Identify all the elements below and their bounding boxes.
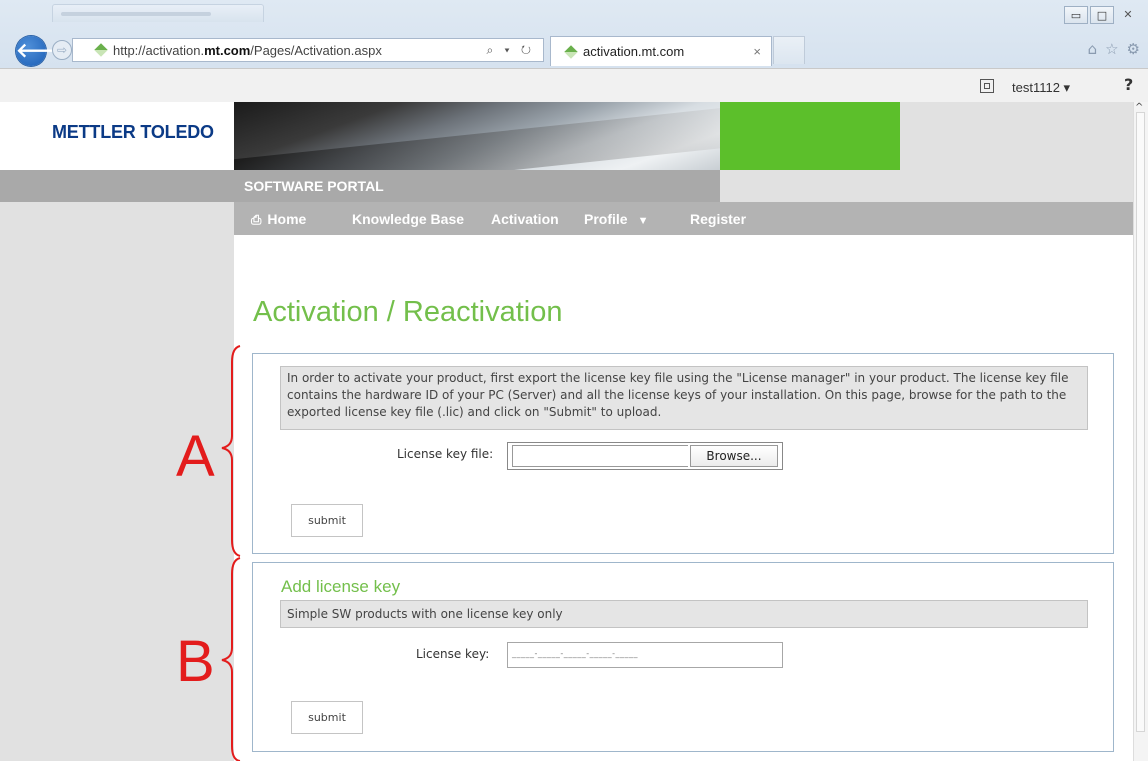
license-key-file-input[interactable]: Browse... xyxy=(507,442,783,470)
submit-key-button[interactable]: submit xyxy=(291,701,363,734)
browse-button[interactable]: Browse... xyxy=(690,445,778,467)
submit-file-button[interactable]: submit xyxy=(291,504,363,537)
tab-title: activation.mt.com xyxy=(583,44,685,59)
header-banner-green-block xyxy=(720,102,900,170)
header-banner-right xyxy=(900,102,1134,202)
forward-button[interactable]: ⇨ xyxy=(52,40,72,60)
close-window-button[interactable]: ✕ xyxy=(1116,6,1140,24)
user-menu[interactable]: test1112 ▾ xyxy=(1012,80,1070,96)
activation-file-section: In order to activate your product, first… xyxy=(252,353,1114,554)
maximize-button[interactable]: □ xyxy=(1090,6,1114,24)
focus-on-content-icon[interactable] xyxy=(980,79,994,93)
tab-favicon-icon xyxy=(564,44,578,59)
nav-home[interactable]: ⎙ Home xyxy=(251,211,306,228)
site-favicon-icon xyxy=(94,43,108,57)
page-scrollbar[interactable]: ^ xyxy=(1133,102,1148,761)
browser-chrome: ▭ □ ✕ 🡐 ⇨ http://activation.mt.com/Pages… xyxy=(0,0,1148,68)
section-info-text: Simple SW products with one license key … xyxy=(280,600,1088,628)
nav-register[interactable]: Register xyxy=(690,211,746,227)
home-icon: ⎙ xyxy=(251,212,262,227)
portal-title: SOFTWARE PORTAL xyxy=(244,178,384,194)
help-icon[interactable]: ? xyxy=(1124,75,1133,94)
scrollbar-thumb[interactable] xyxy=(1136,112,1145,732)
suite-bar: test1112 ▾ ? xyxy=(0,68,1148,103)
site-logo[interactable]: METTLER TOLEDO xyxy=(52,122,214,143)
annotation-brace-a xyxy=(221,345,241,557)
annotation-label-a: A xyxy=(176,424,215,489)
minimize-button[interactable]: ▭ xyxy=(1064,6,1088,24)
browser-toolbar-right: ⌂ ☆ ⚙ xyxy=(1088,40,1140,58)
annotation-label-b: B xyxy=(176,629,215,694)
annotation-brace-b xyxy=(221,557,241,761)
nav-profile[interactable]: Profile ▼ xyxy=(584,211,648,227)
add-license-key-section: Add license key Simple SW products with … xyxy=(252,562,1114,752)
new-tab-button[interactable] xyxy=(773,36,805,64)
dropdown-caret-icon: ▼ xyxy=(637,215,649,227)
instructions-text: In order to activate your product, first… xyxy=(280,366,1088,430)
address-url: http://activation.mt.com/Pages/Activatio… xyxy=(113,42,382,58)
license-key-label: License key: xyxy=(416,647,490,661)
nav-activation[interactable]: Activation xyxy=(491,211,559,227)
top-navigation: ⎙ Home Knowledge Base Activation Profile ▼… xyxy=(234,202,1134,235)
address-bar[interactable]: http://activation.mt.com/Pages/Activatio… xyxy=(72,38,544,62)
section-title: Add license key xyxy=(281,577,401,596)
tools-gear-icon[interactable]: ⚙ xyxy=(1127,40,1140,58)
favorites-star-icon[interactable]: ☆ xyxy=(1105,40,1118,58)
window-controls: ▭ □ ✕ xyxy=(1064,6,1140,24)
address-tools[interactable]: ⌕ ▾ ↻ xyxy=(486,43,535,58)
portal-title-bar xyxy=(0,170,900,202)
background-tab[interactable] xyxy=(52,4,264,22)
nav-knowledge-base[interactable]: Knowledge Base xyxy=(352,211,464,227)
tab-close-icon[interactable]: × xyxy=(753,44,761,59)
home-icon[interactable]: ⌂ xyxy=(1088,40,1098,58)
header-banner-image xyxy=(234,102,720,170)
page-title: Activation / Reactivation xyxy=(253,296,563,328)
back-button[interactable]: 🡐 xyxy=(16,36,70,66)
tab-active[interactable]: activation.mt.com × xyxy=(550,36,772,66)
license-key-input[interactable]: _____-_____-_____-_____-_____ xyxy=(507,642,783,668)
file-path-field[interactable] xyxy=(512,445,688,467)
license-key-file-label: License key file: xyxy=(397,447,494,461)
